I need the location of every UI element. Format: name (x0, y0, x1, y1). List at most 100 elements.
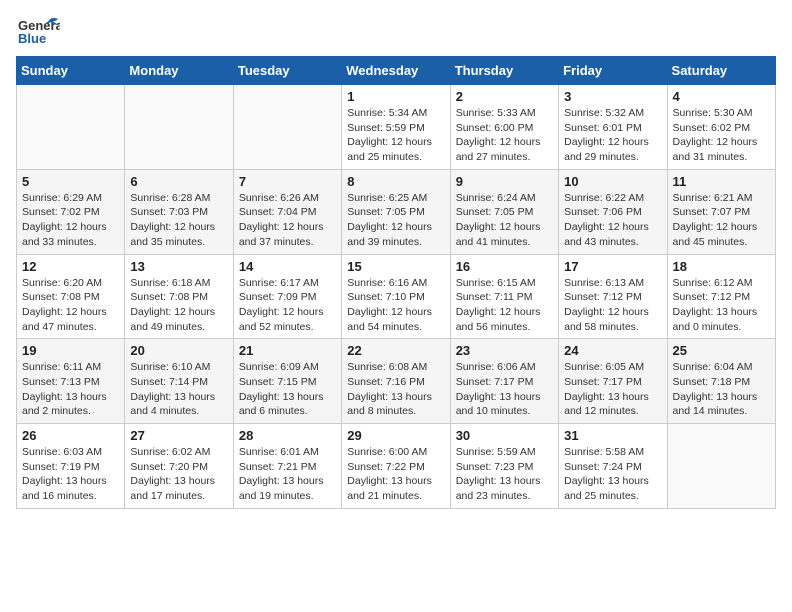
day-number: 19 (22, 343, 119, 358)
day-number: 26 (22, 428, 119, 443)
page-header: General Blue (16, 16, 776, 48)
day-number: 4 (673, 89, 770, 104)
week-row-3: 12 Sunrise: 6:20 AMSunset: 7:08 PMDayligh… (17, 254, 776, 339)
calendar-cell: 30 Sunrise: 5:59 AMSunset: 7:23 PMDayligh… (450, 424, 558, 509)
day-info: Sunrise: 6:22 AMSunset: 7:06 PMDaylight:… (564, 191, 661, 250)
calendar-cell: 25 Sunrise: 6:04 AMSunset: 7:18 PMDayligh… (667, 339, 775, 424)
week-row-4: 19 Sunrise: 6:11 AMSunset: 7:13 PMDayligh… (17, 339, 776, 424)
day-info: Sunrise: 6:04 AMSunset: 7:18 PMDaylight:… (673, 360, 770, 419)
day-info: Sunrise: 5:58 AMSunset: 7:24 PMDaylight:… (564, 445, 661, 504)
day-number: 15 (347, 259, 444, 274)
calendar-cell: 27Sunrise: 6:02 AMSunset: 7:20 PMDayligh… (125, 424, 233, 509)
column-header-friday: Friday (559, 57, 667, 85)
calendar-cell: 6Sunrise: 6:28 AMSunset: 7:03 PMDaylight… (125, 169, 233, 254)
day-info: Sunrise: 6:13 AMSunset: 7:12 PMDaylight:… (564, 276, 661, 335)
day-number: 31 (564, 428, 661, 443)
day-info: Sunrise: 5:32 AMSunset: 6:01 PMDaylight:… (564, 106, 661, 165)
calendar-cell: 13 Sunrise: 6:18 AMSunset: 7:08 PMDayligh… (125, 254, 233, 339)
day-info: Sunrise: 6:28 AMSunset: 7:03 PMDaylight:… (130, 191, 227, 250)
day-number: 1 (347, 89, 444, 104)
week-row-2: 5 Sunrise: 6:29 AMSunset: 7:02 PMDaylight… (17, 169, 776, 254)
calendar-cell: 4 Sunrise: 5:30 AMSunset: 6:02 PMDaylight… (667, 85, 775, 170)
column-header-monday: Monday (125, 57, 233, 85)
day-number: 21 (239, 343, 336, 358)
calendar-cell: 20Sunrise: 6:10 AMSunset: 7:14 PMDayligh… (125, 339, 233, 424)
column-header-wednesday: Wednesday (342, 57, 450, 85)
day-info: Sunrise: 6:12 AMSunset: 7:12 PMDaylight:… (673, 276, 770, 335)
day-info: Sunrise: 6:24 AMSunset: 7:05 PMDaylight:… (456, 191, 553, 250)
day-info: Sunrise: 5:59 AMSunset: 7:23 PMDaylight:… (456, 445, 553, 504)
day-info: Sunrise: 6:17 AMSunset: 7:09 PMDaylight:… (239, 276, 336, 335)
day-info: Sunrise: 6:08 AMSunset: 7:16 PMDaylight:… (347, 360, 444, 419)
logo: General Blue (16, 16, 60, 48)
day-info: Sunrise: 5:34 AMSunset: 5:59 PMDaylight:… (347, 106, 444, 165)
calendar-cell: 19 Sunrise: 6:11 AMSunset: 7:13 PMDayligh… (17, 339, 125, 424)
day-number: 14 (239, 259, 336, 274)
column-header-sunday: Sunday (17, 57, 125, 85)
day-info: Sunrise: 6:21 AMSunset: 7:07 PMDaylight:… (673, 191, 770, 250)
calendar-cell: 2Sunrise: 5:33 AMSunset: 6:00 PMDaylight… (450, 85, 558, 170)
calendar-cell: 24 Sunrise: 6:05 AMSunset: 7:17 PMDayligh… (559, 339, 667, 424)
calendar-table: SundayMondayTuesdayWednesdayThursdayFrid… (16, 56, 776, 509)
day-info: Sunrise: 6:06 AMSunset: 7:17 PMDaylight:… (456, 360, 553, 419)
column-header-thursday: Thursday (450, 57, 558, 85)
day-number: 25 (673, 343, 770, 358)
day-info: Sunrise: 6:11 AMSunset: 7:13 PMDaylight:… (22, 360, 119, 419)
day-info: Sunrise: 6:16 AMSunset: 7:10 PMDaylight:… (347, 276, 444, 335)
calendar-cell (125, 85, 233, 170)
svg-text:Blue: Blue (18, 31, 46, 46)
week-row-1: 1 Sunrise: 5:34 AMSunset: 5:59 PMDaylight… (17, 85, 776, 170)
day-info: Sunrise: 6:01 AMSunset: 7:21 PMDaylight:… (239, 445, 336, 504)
day-info: Sunrise: 6:29 AMSunset: 7:02 PMDaylight:… (22, 191, 119, 250)
day-number: 30 (456, 428, 553, 443)
calendar-cell: 10Sunrise: 6:22 AMSunset: 7:06 PMDayligh… (559, 169, 667, 254)
day-info: Sunrise: 6:03 AMSunset: 7:19 PMDaylight:… (22, 445, 119, 504)
calendar-cell: 12 Sunrise: 6:20 AMSunset: 7:08 PMDayligh… (17, 254, 125, 339)
calendar-cell: 8 Sunrise: 6:25 AMSunset: 7:05 PMDaylight… (342, 169, 450, 254)
day-number: 22 (347, 343, 444, 358)
day-number: 3 (564, 89, 661, 104)
day-number: 24 (564, 343, 661, 358)
day-info: Sunrise: 6:20 AMSunset: 7:08 PMDaylight:… (22, 276, 119, 335)
calendar-cell: 22 Sunrise: 6:08 AMSunset: 7:16 PMDayligh… (342, 339, 450, 424)
day-number: 27 (130, 428, 227, 443)
day-info: Sunrise: 6:10 AMSunset: 7:14 PMDaylight:… (130, 360, 227, 419)
day-number: 18 (673, 259, 770, 274)
day-info: Sunrise: 6:05 AMSunset: 7:17 PMDaylight:… (564, 360, 661, 419)
calendar-cell: 28Sunrise: 6:01 AMSunset: 7:21 PMDayligh… (233, 424, 341, 509)
day-number: 12 (22, 259, 119, 274)
calendar-cell: 26 Sunrise: 6:03 AMSunset: 7:19 PMDayligh… (17, 424, 125, 509)
day-number: 8 (347, 174, 444, 189)
day-number: 17 (564, 259, 661, 274)
calendar-cell: 15 Sunrise: 6:16 AMSunset: 7:10 PMDayligh… (342, 254, 450, 339)
header-row: SundayMondayTuesdayWednesdayThursdayFrid… (17, 57, 776, 85)
column-header-tuesday: Tuesday (233, 57, 341, 85)
day-info: Sunrise: 6:25 AMSunset: 7:05 PMDaylight:… (347, 191, 444, 250)
day-number: 5 (22, 174, 119, 189)
day-info: Sunrise: 6:18 AMSunset: 7:08 PMDaylight:… (130, 276, 227, 335)
calendar-cell: 18 Sunrise: 6:12 AMSunset: 7:12 PMDayligh… (667, 254, 775, 339)
calendar-cell: 31 Sunrise: 5:58 AMSunset: 7:24 PMDayligh… (559, 424, 667, 509)
day-info: Sunrise: 5:33 AMSunset: 6:00 PMDaylight:… (456, 106, 553, 165)
day-number: 13 (130, 259, 227, 274)
calendar-cell: 17 Sunrise: 6:13 AMSunset: 7:12 PMDayligh… (559, 254, 667, 339)
calendar-cell: 29 Sunrise: 6:00 AMSunset: 7:22 PMDayligh… (342, 424, 450, 509)
day-number: 7 (239, 174, 336, 189)
calendar-cell: 21Sunrise: 6:09 AMSunset: 7:15 PMDayligh… (233, 339, 341, 424)
day-info: Sunrise: 6:26 AMSunset: 7:04 PMDaylight:… (239, 191, 336, 250)
day-number: 23 (456, 343, 553, 358)
calendar-cell: 16Sunrise: 6:15 AMSunset: 7:11 PMDayligh… (450, 254, 558, 339)
column-header-saturday: Saturday (667, 57, 775, 85)
day-info: Sunrise: 5:30 AMSunset: 6:02 PMDaylight:… (673, 106, 770, 165)
day-number: 29 (347, 428, 444, 443)
day-info: Sunrise: 6:00 AMSunset: 7:22 PMDaylight:… (347, 445, 444, 504)
calendar-cell: 1 Sunrise: 5:34 AMSunset: 5:59 PMDaylight… (342, 85, 450, 170)
calendar-cell: 23 Sunrise: 6:06 AMSunset: 7:17 PMDayligh… (450, 339, 558, 424)
day-info: Sunrise: 6:15 AMSunset: 7:11 PMDaylight:… (456, 276, 553, 335)
calendar-cell (17, 85, 125, 170)
day-number: 9 (456, 174, 553, 189)
calendar-cell: 7 Sunrise: 6:26 AMSunset: 7:04 PMDaylight… (233, 169, 341, 254)
logo-svg: General Blue (16, 16, 60, 48)
calendar-cell (667, 424, 775, 509)
calendar-cell: 11Sunrise: 6:21 AMSunset: 7:07 PMDayligh… (667, 169, 775, 254)
